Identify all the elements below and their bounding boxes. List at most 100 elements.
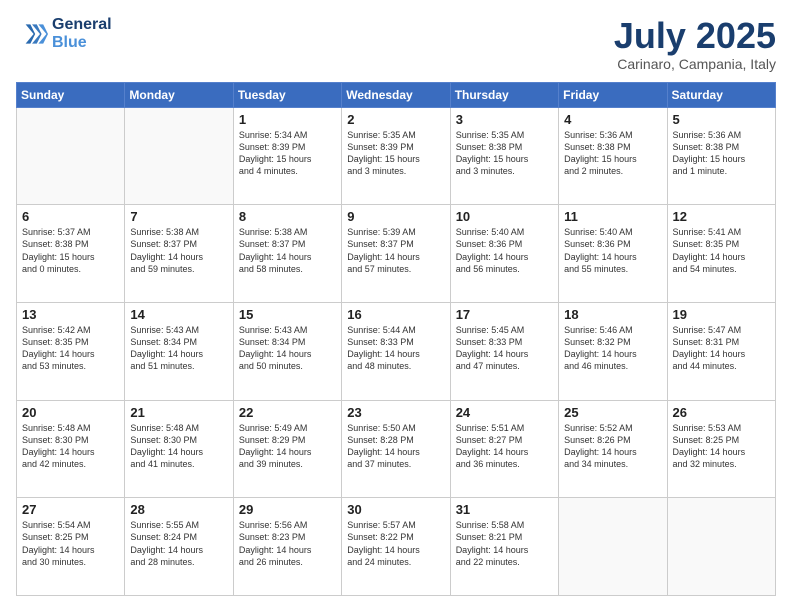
day-number: 7 — [130, 209, 227, 224]
table-row: 16 Sunrise: 5:44 AM Sunset: 8:33 PM Dayli… — [342, 302, 450, 400]
table-row: 25 Sunrise: 5:52 AM Sunset: 8:26 PM Dayli… — [559, 400, 667, 498]
day-info: Sunrise: 5:55 AM Sunset: 8:24 PM Dayligh… — [130, 519, 227, 568]
day-number: 2 — [347, 112, 444, 127]
calendar-week-row: 6Sunrise: 5:37 AM Sunset: 8:38 PM Daylig… — [17, 205, 776, 303]
col-friday: Friday — [559, 82, 667, 107]
day-info: Sunrise: 5:43 AM Sunset: 8:34 PM Dayligh… — [239, 324, 336, 373]
table-row: 5Sunrise: 5:36 AM Sunset: 8:38 PM Daylig… — [667, 107, 775, 205]
day-info: Sunrise: 5:38 AM Sunset: 8:37 PM Dayligh… — [130, 226, 227, 275]
table-row: 20 Sunrise: 5:48 AM Sunset: 8:30 PM Dayli… — [17, 400, 125, 498]
day-number: 11 — [564, 209, 661, 224]
day-number: 3 — [456, 112, 553, 127]
col-wednesday: Wednesday — [342, 82, 450, 107]
table-row: 19 Sunrise: 5:47 AM Sunset: 8:31 PM Dayli… — [667, 302, 775, 400]
table-row: 27 Sunrise: 5:54 AM Sunset: 8:25 PM Dayli… — [17, 498, 125, 596]
table-row: 8 Sunrise: 5:38 AM Sunset: 8:37 PM Daylig… — [233, 205, 341, 303]
day-number: 26 — [673, 405, 770, 420]
day-info: Sunrise: 5:36 AM Sunset: 8:38 PM Dayligh… — [564, 129, 661, 178]
day-info: Sunrise: 5:34 AM Sunset: 8:39 PM Dayligh… — [239, 129, 336, 178]
table-row: 22 Sunrise: 5:49 AM Sunset: 8:29 PM Dayli… — [233, 400, 341, 498]
page: General Blue July 2025 Carinaro, Campani… — [0, 0, 792, 612]
day-info: Sunrise: 5:56 AM Sunset: 8:23 PM Dayligh… — [239, 519, 336, 568]
table-row: 31Sunrise: 5:58 AM Sunset: 8:21 PM Dayli… — [450, 498, 558, 596]
logo-text: General Blue — [52, 16, 112, 52]
table-row: 4 Sunrise: 5:36 AM Sunset: 8:38 PM Daylig… — [559, 107, 667, 205]
table-row: 26 Sunrise: 5:53 AM Sunset: 8:25 PM Dayli… — [667, 400, 775, 498]
table-row: 6Sunrise: 5:37 AM Sunset: 8:38 PM Daylig… — [17, 205, 125, 303]
day-number: 24 — [456, 405, 553, 420]
day-number: 18 — [564, 307, 661, 322]
day-info: Sunrise: 5:48 AM Sunset: 8:30 PM Dayligh… — [130, 422, 227, 471]
table-row: 2 Sunrise: 5:35 AM Sunset: 8:39 PM Daylig… — [342, 107, 450, 205]
table-row: 21 Sunrise: 5:48 AM Sunset: 8:30 PM Dayli… — [125, 400, 233, 498]
day-number: 25 — [564, 405, 661, 420]
day-number: 4 — [564, 112, 661, 127]
day-number: 16 — [347, 307, 444, 322]
table-row: 17Sunrise: 5:45 AM Sunset: 8:33 PM Dayli… — [450, 302, 558, 400]
day-number: 20 — [22, 405, 119, 420]
header: General Blue July 2025 Carinaro, Campani… — [16, 16, 776, 72]
calendar-week-row: 1 Sunrise: 5:34 AM Sunset: 8:39 PM Daylig… — [17, 107, 776, 205]
day-number: 8 — [239, 209, 336, 224]
calendar-week-row: 13Sunrise: 5:42 AM Sunset: 8:35 PM Dayli… — [17, 302, 776, 400]
day-info: Sunrise: 5:46 AM Sunset: 8:32 PM Dayligh… — [564, 324, 661, 373]
day-number: 14 — [130, 307, 227, 322]
day-info: Sunrise: 5:52 AM Sunset: 8:26 PM Dayligh… — [564, 422, 661, 471]
table-row — [667, 498, 775, 596]
day-info: Sunrise: 5:44 AM Sunset: 8:33 PM Dayligh… — [347, 324, 444, 373]
day-number: 29 — [239, 502, 336, 517]
day-info: Sunrise: 5:39 AM Sunset: 8:37 PM Dayligh… — [347, 226, 444, 275]
day-number: 27 — [22, 502, 119, 517]
day-info: Sunrise: 5:50 AM Sunset: 8:28 PM Dayligh… — [347, 422, 444, 471]
table-row — [559, 498, 667, 596]
month-title: July 2025 — [614, 16, 776, 56]
day-info: Sunrise: 5:47 AM Sunset: 8:31 PM Dayligh… — [673, 324, 770, 373]
calendar-week-row: 27 Sunrise: 5:54 AM Sunset: 8:25 PM Dayli… — [17, 498, 776, 596]
day-info: Sunrise: 5:51 AM Sunset: 8:27 PM Dayligh… — [456, 422, 553, 471]
day-info: Sunrise: 5:40 AM Sunset: 8:36 PM Dayligh… — [564, 226, 661, 275]
day-info: Sunrise: 5:48 AM Sunset: 8:30 PM Dayligh… — [22, 422, 119, 471]
col-thursday: Thursday — [450, 82, 558, 107]
table-row: 23 Sunrise: 5:50 AM Sunset: 8:28 PM Dayli… — [342, 400, 450, 498]
day-info: Sunrise: 5:54 AM Sunset: 8:25 PM Dayligh… — [22, 519, 119, 568]
day-number: 19 — [673, 307, 770, 322]
table-row: 28 Sunrise: 5:55 AM Sunset: 8:24 PM Dayli… — [125, 498, 233, 596]
table-row: 30Sunrise: 5:57 AM Sunset: 8:22 PM Dayli… — [342, 498, 450, 596]
table-row: 7 Sunrise: 5:38 AM Sunset: 8:37 PM Daylig… — [125, 205, 233, 303]
day-info: Sunrise: 5:53 AM Sunset: 8:25 PM Dayligh… — [673, 422, 770, 471]
location: Carinaro, Campania, Italy — [614, 56, 776, 72]
day-info: Sunrise: 5:43 AM Sunset: 8:34 PM Dayligh… — [130, 324, 227, 373]
table-row: 14 Sunrise: 5:43 AM Sunset: 8:34 PM Dayli… — [125, 302, 233, 400]
table-row: 15 Sunrise: 5:43 AM Sunset: 8:34 PM Dayli… — [233, 302, 341, 400]
day-number: 9 — [347, 209, 444, 224]
day-number: 12 — [673, 209, 770, 224]
table-row — [17, 107, 125, 205]
day-number: 22 — [239, 405, 336, 420]
day-info: Sunrise: 5:57 AM Sunset: 8:22 PM Dayligh… — [347, 519, 444, 568]
col-saturday: Saturday — [667, 82, 775, 107]
day-number: 17 — [456, 307, 553, 322]
col-tuesday: Tuesday — [233, 82, 341, 107]
day-info: Sunrise: 5:49 AM Sunset: 8:29 PM Dayligh… — [239, 422, 336, 471]
table-row: 24 Sunrise: 5:51 AM Sunset: 8:27 PM Dayli… — [450, 400, 558, 498]
day-info: Sunrise: 5:36 AM Sunset: 8:38 PM Dayligh… — [673, 129, 770, 178]
day-info: Sunrise: 5:35 AM Sunset: 8:39 PM Dayligh… — [347, 129, 444, 178]
day-number: 15 — [239, 307, 336, 322]
col-monday: Monday — [125, 82, 233, 107]
col-sunday: Sunday — [17, 82, 125, 107]
table-row: 29 Sunrise: 5:56 AM Sunset: 8:23 PM Dayli… — [233, 498, 341, 596]
table-row: 10Sunrise: 5:40 AM Sunset: 8:36 PM Dayli… — [450, 205, 558, 303]
day-number: 28 — [130, 502, 227, 517]
table-row: 18 Sunrise: 5:46 AM Sunset: 8:32 PM Dayli… — [559, 302, 667, 400]
day-number: 23 — [347, 405, 444, 420]
title-section: July 2025 Carinaro, Campania, Italy — [614, 16, 776, 72]
day-number: 13 — [22, 307, 119, 322]
day-number: 31 — [456, 502, 553, 517]
day-number: 1 — [239, 112, 336, 127]
day-info: Sunrise: 5:38 AM Sunset: 8:37 PM Dayligh… — [239, 226, 336, 275]
day-info: Sunrise: 5:35 AM Sunset: 8:38 PM Dayligh… — [456, 129, 553, 178]
logo: General Blue — [16, 16, 112, 52]
table-row: 9 Sunrise: 5:39 AM Sunset: 8:37 PM Daylig… — [342, 205, 450, 303]
day-number: 21 — [130, 405, 227, 420]
table-row: 12Sunrise: 5:41 AM Sunset: 8:35 PM Dayli… — [667, 205, 775, 303]
